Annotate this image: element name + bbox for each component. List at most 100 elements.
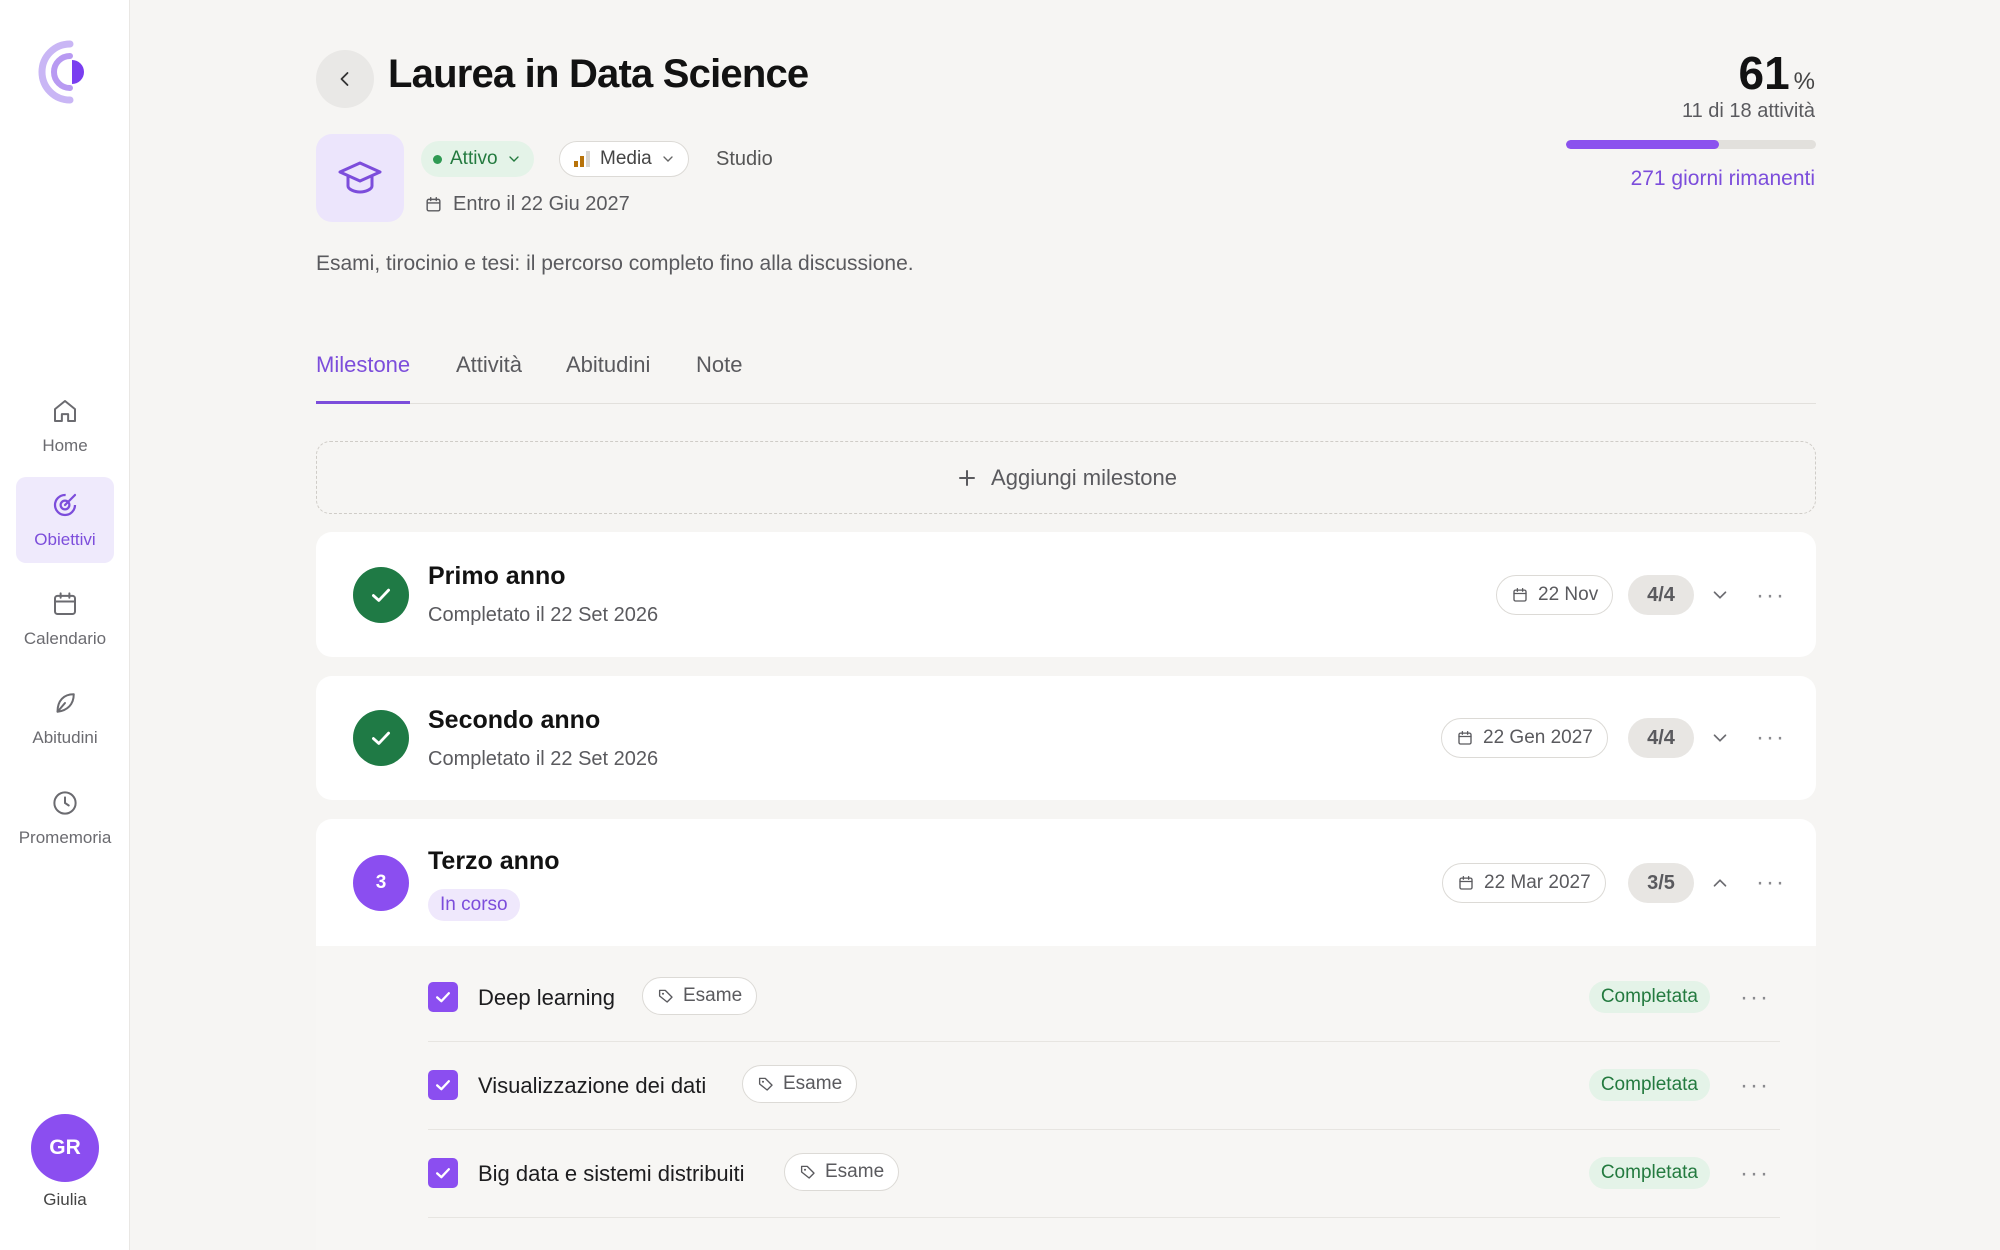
task-row[interactable]: Deep learning Esame Completata ··· [428, 954, 1780, 1042]
tag-icon [658, 989, 673, 1003]
more-options-icon[interactable]: ··· [1756, 726, 1786, 750]
progress-bar-fill [1566, 140, 1719, 149]
milestone-card[interactable]: Primo anno Completato il 22 Set 2026 22 … [316, 532, 1816, 657]
milestone-count: 3/5 [1628, 863, 1694, 903]
priority-dropdown[interactable]: Media [559, 141, 689, 177]
deadline: Entro il 22 Giu 2027 [424, 193, 630, 216]
calendar-icon [1513, 587, 1527, 602]
task-status-badge: Completata [1588, 1157, 1710, 1189]
milestone-count: 4/4 [1628, 718, 1694, 758]
milestone-date-pill[interactable]: 22 Mar 2027 [1442, 863, 1606, 903]
milestone-date-pill[interactable]: 22 Gen 2027 [1441, 718, 1608, 758]
task-row[interactable]: Visualizzazione dei dati Esame Completat… [428, 1042, 1780, 1130]
chevron-down-icon [663, 156, 673, 162]
more-options-icon[interactable]: ··· [1740, 1162, 1770, 1186]
nav-item-abitudini[interactable]: Abitudini [16, 675, 114, 761]
task-checkbox[interactable] [428, 982, 458, 1012]
nav-item-home[interactable]: Home [16, 383, 114, 469]
target-icon [53, 493, 77, 517]
plus-icon [959, 469, 976, 486]
chevron-down-icon [1713, 591, 1727, 599]
milestone-title: Secondo anno [428, 706, 601, 734]
progress-percent: 61 % [1738, 46, 1815, 100]
calendar-icon [54, 592, 76, 615]
nav-label: Obiettivi [34, 530, 96, 549]
add-milestone-label: Aggiungi milestone [991, 464, 1177, 490]
tab-attivita[interactable]: Attività [456, 352, 522, 404]
task-tag[interactable]: Esame [784, 1153, 900, 1191]
nav-item-calendario[interactable]: Calendario [16, 576, 114, 662]
task-tag-label: Esame [683, 985, 743, 1006]
task-tag[interactable]: Esame [642, 977, 758, 1015]
more-options-icon[interactable]: ··· [1756, 871, 1786, 895]
task-name: Big data e sistemi distribuiti [478, 1161, 745, 1186]
status-label: Attivo [450, 148, 498, 169]
days-remaining: 271 giorni rimanenti [1630, 167, 1815, 190]
page-title: Laurea in Data Science [388, 52, 809, 96]
graduation-cap-icon [338, 161, 382, 194]
category-label: Studio [716, 148, 773, 170]
milestone-card[interactable]: Secondo anno Completato il 22 Set 2026 2… [316, 676, 1816, 800]
task-checkbox[interactable] [428, 1158, 458, 1188]
tab-milestone[interactable]: Milestone [316, 352, 411, 404]
task-status-badge: Completata [1588, 1069, 1710, 1101]
chevron-up-icon [1713, 879, 1727, 887]
more-options-icon[interactable]: ··· [1740, 1074, 1770, 1098]
milestone-number-badge: 3 [353, 855, 409, 911]
tab-abitudini[interactable]: Abitudini [566, 352, 650, 404]
task-tag[interactable]: Esame [742, 1065, 858, 1103]
task-name: Visualizzazione dei dati [478, 1073, 707, 1098]
task-row[interactable]: Big data e sistemi distribuiti Esame Com… [428, 1130, 1780, 1218]
priority-bars-icon [574, 151, 590, 167]
expand-button[interactable] [1706, 724, 1734, 752]
calendar-icon [426, 197, 441, 212]
nav-label: Calendario [23, 629, 107, 648]
app-logo[interactable] [36, 38, 94, 106]
status-dropdown[interactable]: Attivo [421, 141, 534, 177]
milestone-subtitle: Completato il 22 Set 2026 [428, 604, 659, 626]
back-button[interactable] [316, 50, 374, 108]
task-tag-label: Esame [783, 1073, 843, 1094]
expand-button[interactable] [1706, 581, 1734, 609]
clock-icon [53, 791, 77, 815]
task-list: Deep learning Esame Completata ··· Visua… [316, 946, 1816, 1250]
milestone-date: 22 Gen 2027 [1483, 727, 1593, 748]
nav-item-obiettivi[interactable]: Obiettivi [16, 477, 114, 563]
sidebar: Home Obiettivi Calendario Abitudini Prom… [0, 0, 130, 1250]
status-dot [433, 154, 442, 164]
nav-label: Home [42, 436, 88, 455]
check-icon [436, 1080, 450, 1091]
milestone-title: Terzo anno [428, 847, 560, 875]
user-name: Giulia [43, 1190, 87, 1209]
priority-label: Media [600, 148, 652, 169]
chevron-down-icon [508, 156, 519, 162]
milestone-title: Primo anno [428, 562, 566, 590]
milestone-date-pill[interactable]: 22 Nov [1496, 575, 1614, 615]
home-icon [54, 400, 76, 422]
more-options-icon[interactable]: ··· [1756, 584, 1786, 608]
nav-item-promemoria[interactable]: Promemoria [16, 775, 114, 861]
goal-icon-tile [316, 134, 404, 222]
more-options-icon[interactable]: ··· [1740, 986, 1770, 1010]
task-status-badge: Completata [1588, 981, 1710, 1013]
add-milestone-button[interactable]: Aggiungi milestone [316, 441, 1816, 514]
collapse-button[interactable] [1706, 869, 1734, 897]
milestone-subtitle: Completato il 22 Set 2026 [428, 748, 659, 770]
leaf-icon [56, 693, 75, 713]
tab-note[interactable]: Note [696, 352, 742, 404]
progress-sign: % [1793, 68, 1815, 95]
check-icon [436, 992, 450, 1003]
tab-bar: Milestone Attività Abitudini Note [316, 352, 1816, 404]
milestone-done-badge [353, 567, 409, 623]
check-icon [372, 588, 390, 602]
nav-label: Abitudini [32, 728, 98, 747]
progress-activities: 11 di 18 attività [1681, 100, 1815, 122]
avatar[interactable]: GR [31, 1114, 99, 1182]
chevron-left-icon [340, 72, 349, 86]
check-icon [436, 1168, 450, 1179]
milestone-card[interactable]: 3 Terzo anno In corso 22 Mar 2027 3/5 ··… [316, 819, 1816, 947]
check-icon [372, 731, 390, 745]
task-name: Deep learning [478, 985, 615, 1010]
task-checkbox[interactable] [428, 1070, 458, 1100]
deadline-text: Entro il 22 Giu 2027 [453, 193, 630, 215]
